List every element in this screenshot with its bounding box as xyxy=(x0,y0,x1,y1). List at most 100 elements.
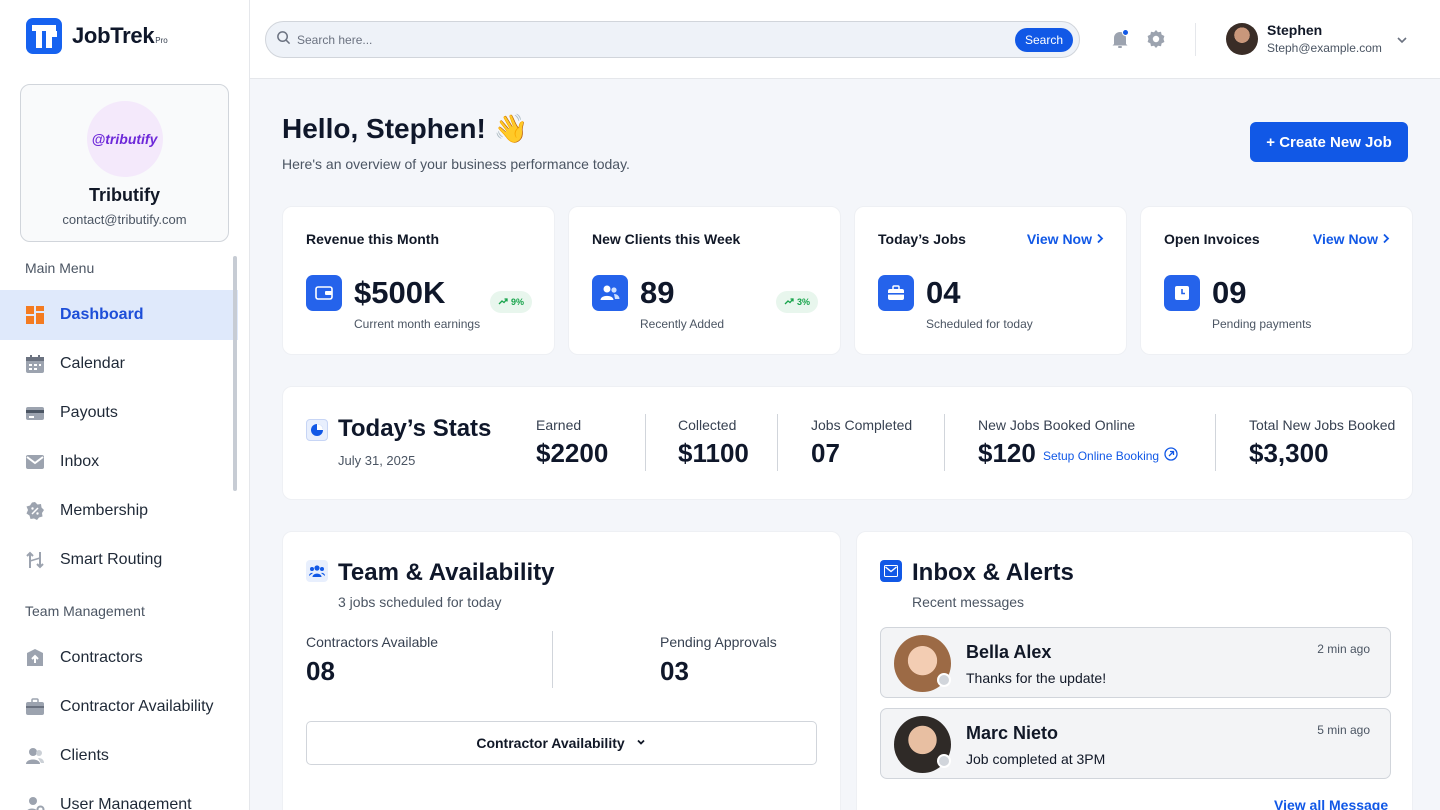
team-management-label: Team Management xyxy=(25,603,145,619)
stat-divider xyxy=(944,414,945,471)
sidebar-item-contractors[interactable]: Contractors xyxy=(0,633,238,683)
envelope-icon xyxy=(25,452,45,472)
stat-label: Contractors Available xyxy=(306,634,439,650)
dropdown-label: Contractor Availability xyxy=(476,735,625,751)
message-preview: Job completed at 3PM xyxy=(966,751,1106,767)
sender-name: Marc Nieto xyxy=(966,723,1059,743)
status-dot xyxy=(937,754,951,768)
topbar: Search Stephen Steph@example.com xyxy=(250,0,1440,79)
sidebar-item-calendar[interactable]: Calendar xyxy=(0,339,238,389)
stat-label: Total New Jobs Booked xyxy=(1249,417,1396,433)
kpi-title: New Clients this Week xyxy=(592,231,741,247)
sidebar-item-payouts[interactable]: Payouts xyxy=(0,388,238,438)
inbox-title: Inbox & Alerts xyxy=(912,559,1074,586)
stats-title: Today’s Stats xyxy=(338,415,492,442)
message-item[interactable]: Marc Nieto Job completed at 3PM 5 min ag… xyxy=(880,708,1391,779)
sidebar-item-label: Inbox xyxy=(60,453,100,470)
stat-total-bookings: Total New Jobs Booked $3,300 xyxy=(1249,417,1395,469)
sidebar-item-contractor-availability[interactable]: Contractor Availability xyxy=(0,682,238,732)
user-avatar xyxy=(1226,22,1258,55)
search-bar[interactable]: Search xyxy=(265,21,1080,58)
mail-icon xyxy=(880,560,902,582)
view-now-label: View Now xyxy=(1026,231,1092,247)
page-subtitle: Here's an overview of your business perf… xyxy=(282,156,630,172)
inbox-alerts-card: Inbox & Alerts Recent messages Bella Ale… xyxy=(856,531,1413,810)
sidebar-item-dashboard[interactable]: Dashboard xyxy=(0,290,238,340)
kpi-title: Today’s Jobs xyxy=(878,231,966,247)
chevron-right-icon xyxy=(1096,231,1104,247)
brand-suffix: Pro xyxy=(155,35,168,45)
contractor-availability-dropdown[interactable]: Contractor Availability xyxy=(306,721,817,765)
sidebar-item-label: Clients xyxy=(60,747,109,764)
company-card[interactable]: @tributify Tributify contact@tributify.c… xyxy=(20,84,229,242)
sidebar-item-label: Calendar xyxy=(60,355,125,372)
stat-collected: Collected $1100 xyxy=(678,417,749,469)
view-now-link[interactable]: View Now xyxy=(1027,231,1104,247)
notification-bell-icon[interactable] xyxy=(1110,29,1130,49)
message-item[interactable]: Bella Alex Thanks for the update! 2 min … xyxy=(880,627,1391,698)
external-link-icon xyxy=(1164,447,1178,464)
pie-chart-icon xyxy=(306,419,328,441)
sidebar-item-label: Contractors xyxy=(60,649,143,666)
company-name: Tributify xyxy=(89,185,160,205)
team-title: Team & Availability xyxy=(338,559,555,586)
message-time: 5 min ago xyxy=(1317,723,1370,737)
search-button[interactable]: Search xyxy=(1014,28,1073,52)
briefcase-icon xyxy=(25,697,45,717)
create-new-job-button[interactable]: + Create New Job xyxy=(1250,122,1408,162)
stat-value: 07 xyxy=(811,438,840,468)
message-time: 2 min ago xyxy=(1317,642,1370,656)
sidebar-item-label: Smart Routing xyxy=(60,551,163,568)
company-logo: @tributify xyxy=(86,101,163,177)
sidebar-item-label: Contractor Availability xyxy=(60,698,214,715)
pending-approvals-stat: Pending Approvals 03 xyxy=(660,634,777,687)
chevron-down-icon xyxy=(635,735,647,751)
stat-earned: Earned $2200 xyxy=(536,417,608,469)
users-icon xyxy=(25,746,45,766)
routing-arrows-icon xyxy=(25,550,45,570)
sender-name: Bella Alex xyxy=(966,642,1052,662)
view-now-link[interactable]: View Now xyxy=(1313,231,1390,247)
app-logo[interactable]: JobTrek Pro xyxy=(26,18,168,54)
sidebar-scrollbar[interactable] xyxy=(233,256,237,491)
setup-online-booking-link[interactable]: Setup Online Booking xyxy=(1043,447,1178,464)
stat-label: New Jobs Booked Online xyxy=(978,417,1136,433)
trend-badge: 3% xyxy=(775,291,818,313)
sidebar-item-label: Membership xyxy=(60,502,149,519)
stat-label: Pending Approvals xyxy=(660,634,777,650)
sidebar-item-clients[interactable]: Clients xyxy=(0,731,238,781)
kpi-subtitle: Current month earnings xyxy=(354,317,481,331)
kpi-value: 04 xyxy=(926,275,961,310)
user-menu[interactable]: Stephen Steph@example.com xyxy=(1226,22,1382,55)
company-email: contact@tributify.com xyxy=(62,212,187,227)
topbar-divider xyxy=(1195,23,1196,56)
badge-percent-icon xyxy=(25,501,45,521)
kpi-subtitle: Scheduled for today xyxy=(926,317,1033,331)
stat-divider xyxy=(1215,414,1216,471)
kpi-card-new-clients: New Clients this Week 89 Recently Added … xyxy=(568,206,841,355)
team-subtitle: 3 jobs scheduled for today xyxy=(338,594,502,610)
clock-icon xyxy=(1164,275,1200,311)
sidebar-item-membership[interactable]: Membership xyxy=(0,486,238,536)
stat-value: 08 xyxy=(306,656,335,686)
stat-divider xyxy=(552,631,553,688)
chevron-down-icon[interactable] xyxy=(1395,33,1409,52)
wallet-icon xyxy=(306,275,342,311)
settings-gear-icon[interactable] xyxy=(1146,29,1166,49)
sidebar-item-label: Dashboard xyxy=(60,306,144,323)
message-preview: Thanks for the update! xyxy=(966,670,1107,686)
view-all-messages-link[interactable]: View all Message xyxy=(1274,797,1388,810)
sidebar-item-smart-routing[interactable]: Smart Routing xyxy=(0,535,238,585)
sidebar-item-inbox[interactable]: Inbox xyxy=(0,437,238,487)
stat-divider xyxy=(645,414,646,471)
kpi-subtitle: Pending payments xyxy=(1212,317,1312,331)
search-icon xyxy=(276,30,291,50)
sidebar-item-user-management[interactable]: User Management xyxy=(0,780,238,810)
sidebar: JobTrek Pro @tributify Tributify contact… xyxy=(0,0,250,810)
kpi-value: $500K xyxy=(354,275,446,310)
users-icon xyxy=(592,275,628,311)
stat-value: $2200 xyxy=(536,438,609,468)
user-email: Steph@example.com xyxy=(1267,41,1382,55)
search-input[interactable] xyxy=(297,32,1079,47)
brand-name: JobTrek xyxy=(72,23,155,48)
